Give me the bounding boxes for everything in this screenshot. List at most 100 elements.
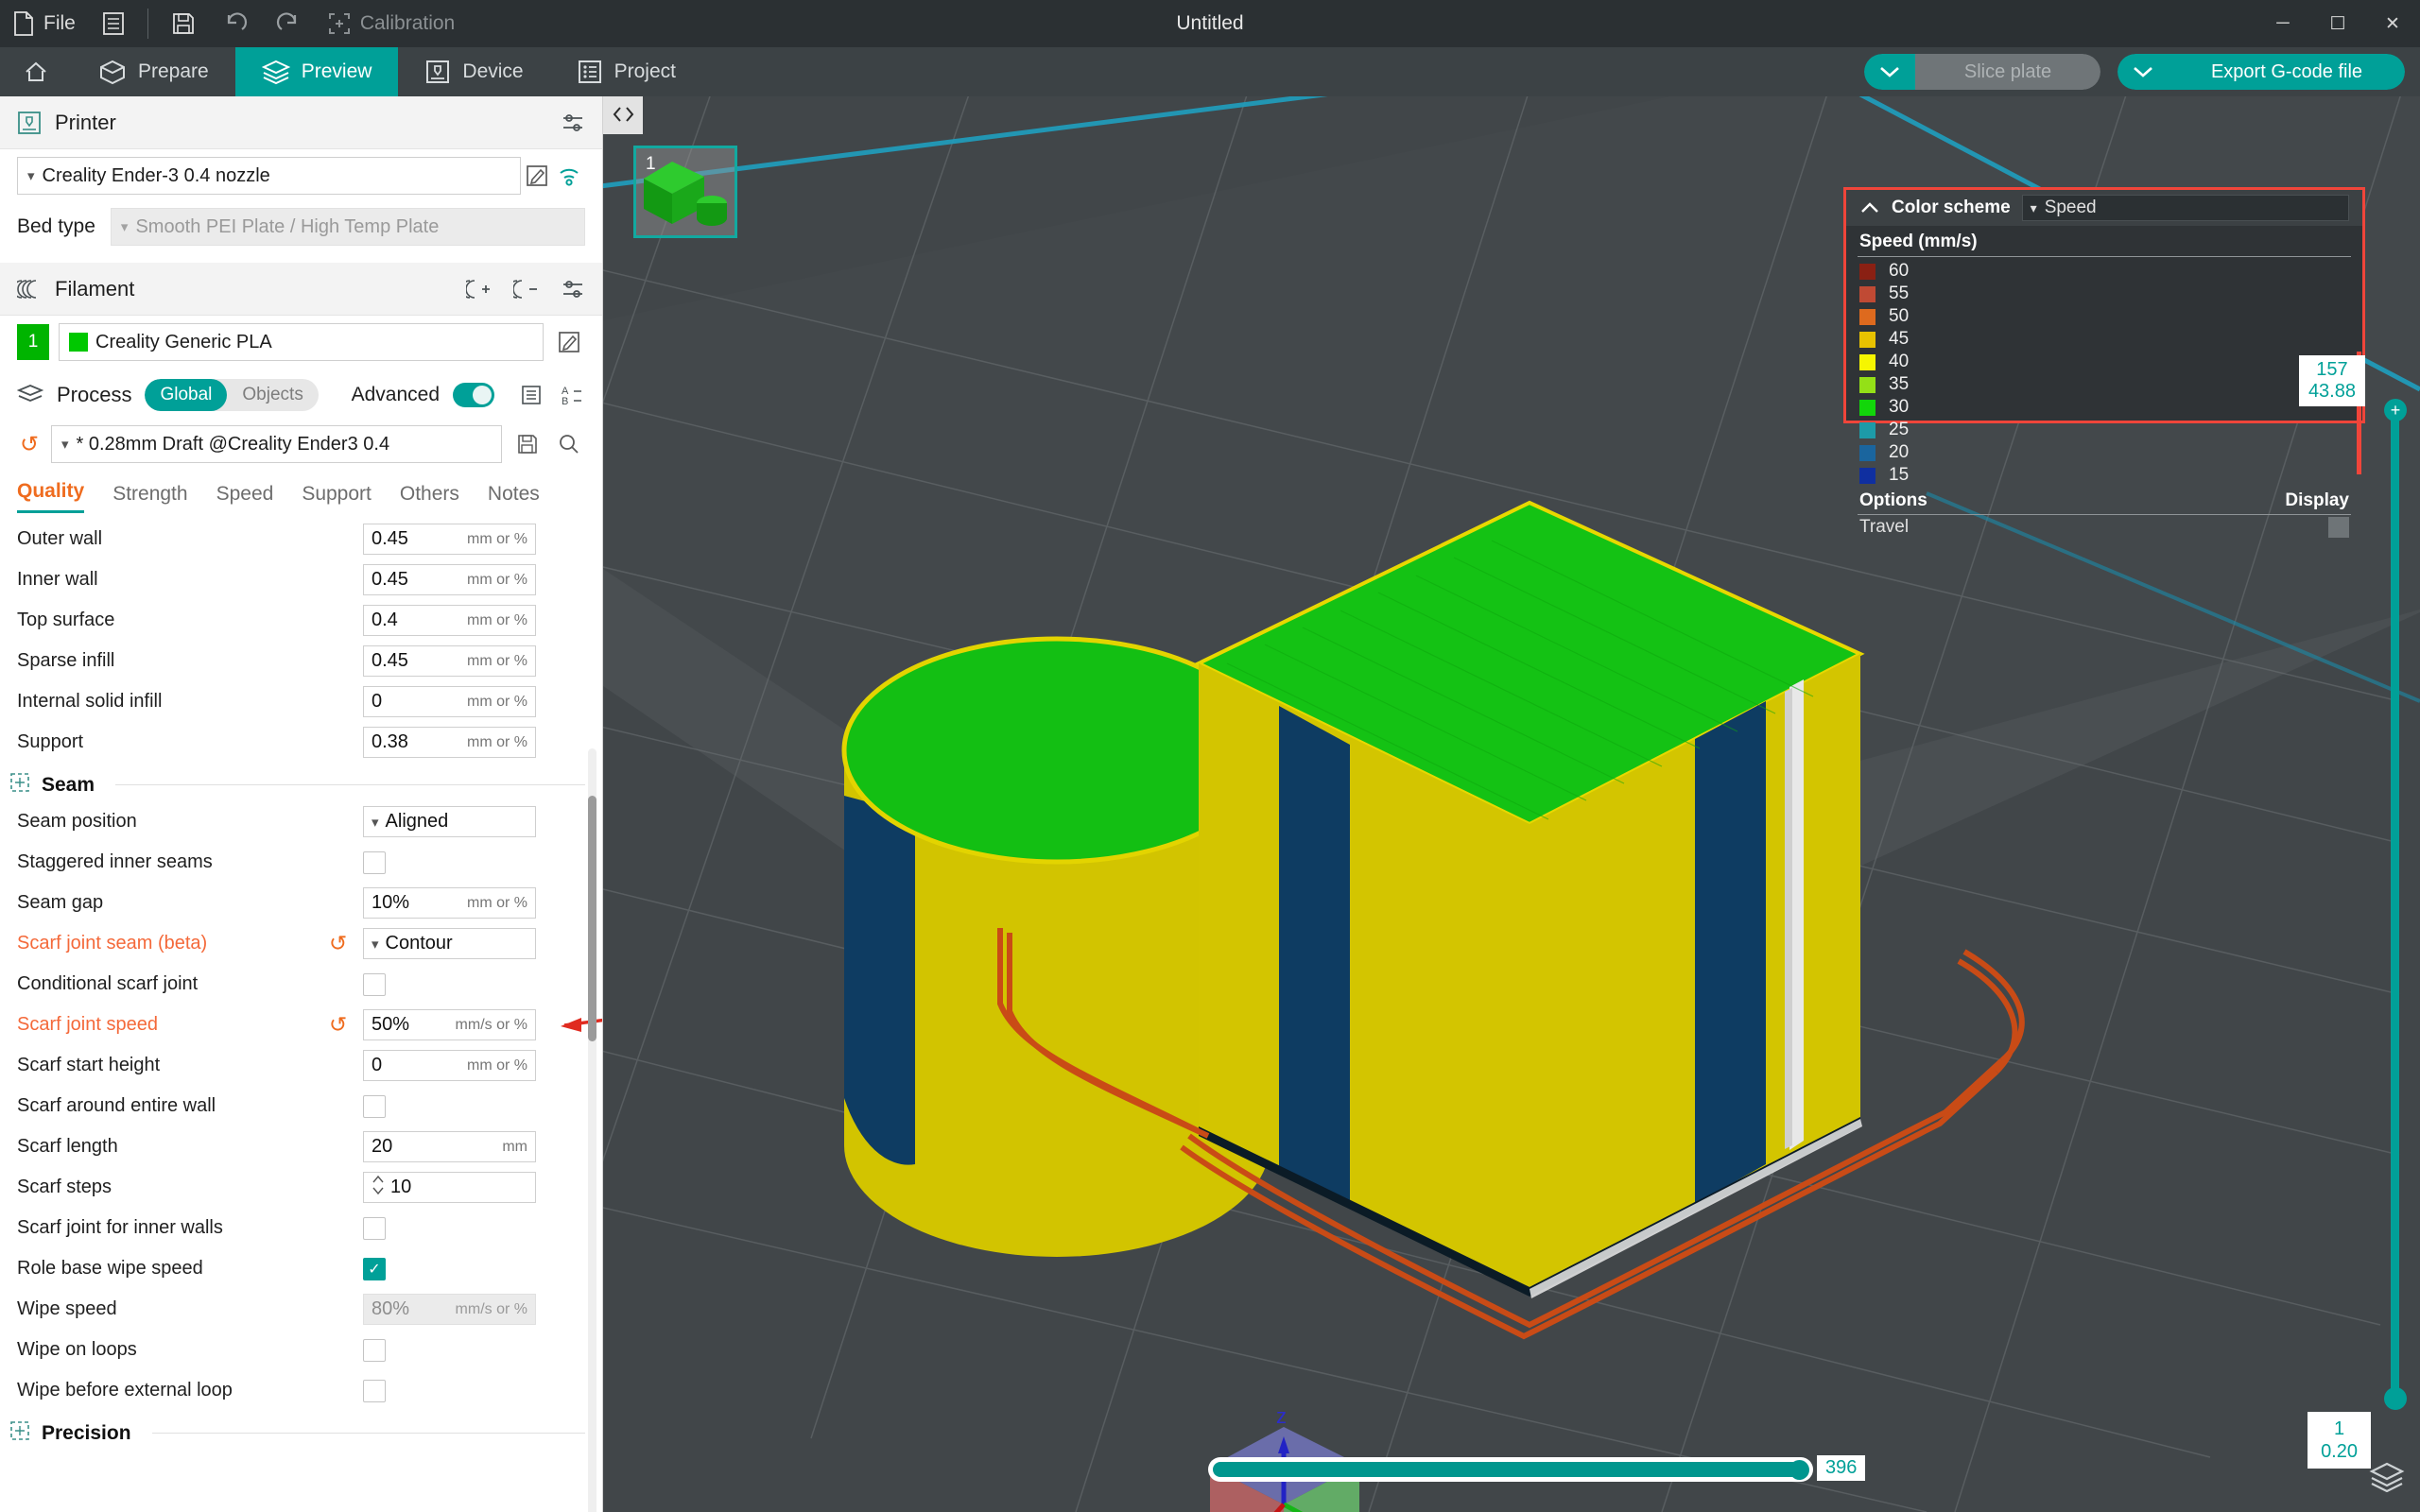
cube-icon: [100, 60, 125, 85]
project-list-icon: [578, 60, 601, 83]
close-button[interactable]: ✕: [2365, 0, 2420, 47]
setting-field-wipe-speed[interactable]: 80% mm/s or %: [363, 1294, 536, 1325]
window-controls: ─ ☐ ✕: [2256, 0, 2420, 47]
setting-value-sparse-infill: 0.45: [372, 650, 408, 671]
compare-icon[interactable]: A B: [561, 384, 585, 406]
setting-field-sparse-infill[interactable]: 0.45 mm or %: [363, 645, 536, 677]
undo-button[interactable]: [209, 0, 262, 47]
setting-field-inner-wall[interactable]: 0.45 mm or %: [363, 564, 536, 595]
legend-items: 60 55 50 45 40 35 30 25 20 15: [1846, 257, 2362, 487]
setting-field-top-surface[interactable]: 0.4 mm or %: [363, 605, 536, 636]
parameter-list-icon[interactable]: [521, 384, 545, 406]
move-slider-handle[interactable]: [1789, 1460, 1809, 1480]
filament-index[interactable]: 1: [17, 324, 49, 360]
remove-filament-icon[interactable]: [513, 278, 540, 301]
setting-field-internal-solid-infill[interactable]: 0 mm or %: [363, 686, 536, 717]
plate-thumbnail[interactable]: 1: [633, 146, 737, 238]
nav-tab-project[interactable]: Project: [550, 47, 702, 96]
legend-travel-swatch[interactable]: [2328, 517, 2349, 538]
nav-tab-prepare[interactable]: Prepare: [72, 47, 235, 96]
nav-home-button[interactable]: [0, 47, 72, 96]
legend-travel-row[interactable]: Travel: [1846, 515, 2362, 538]
slice-plate-dropdown[interactable]: [1864, 54, 1915, 90]
setting-field-scarf-length[interactable]: 20 mm: [363, 1131, 536, 1162]
setting-value-scarf-start-height: 0: [372, 1055, 383, 1075]
chevron-up-icon[interactable]: [1859, 200, 1880, 215]
setting-row-scarf-steps: Scarf steps 10: [0, 1167, 602, 1208]
edit-filament-button[interactable]: [553, 326, 585, 358]
setting-reset-scarf-joint-seam-beta[interactable]: ↺: [329, 931, 363, 956]
tab-speed[interactable]: Speed: [216, 483, 274, 513]
edit-printer-button[interactable]: [521, 160, 553, 192]
setting-reset-scarf-joint-speed[interactable]: ↺: [329, 1012, 363, 1038]
list-menu-button[interactable]: [89, 0, 138, 47]
setting-checkbox-wipe-on-loops[interactable]: [363, 1338, 386, 1362]
setting-field-seam-gap[interactable]: 10% mm or %: [363, 887, 536, 919]
sliders-icon[interactable]: [561, 112, 585, 134]
left-panel-scrollbar-thumb[interactable]: [588, 796, 596, 1041]
scope-global[interactable]: Global: [145, 379, 228, 411]
setting-field-support[interactable]: 0.38 mm or %: [363, 727, 536, 758]
setting-row-staggered-inner-seams: Staggered inner seams: [0, 842, 602, 883]
slice-plate-split-button[interactable]: Slice plate: [1864, 54, 2100, 90]
save-button[interactable]: [158, 0, 209, 47]
process-scope-toggle[interactable]: Global Objects: [145, 379, 319, 411]
bed-type-select[interactable]: ▾ Smooth PEI Plate / High Temp Plate: [110, 208, 585, 246]
color-scheme-select[interactable]: ▾ Speed: [2021, 195, 2349, 221]
spinner-arrows-icon[interactable]: [372, 1173, 390, 1203]
export-gcode-button[interactable]: Export G-code file: [2169, 54, 2405, 90]
printer-connection-button[interactable]: [553, 160, 585, 192]
collapse-arrows-icon: [613, 107, 634, 122]
redo-button[interactable]: [262, 0, 315, 47]
advanced-toggle[interactable]: [453, 383, 494, 407]
export-gcode-split-button[interactable]: Export G-code file: [2118, 54, 2405, 90]
maximize-button[interactable]: ☐: [2310, 0, 2365, 47]
slice-plate-button[interactable]: Slice plate: [1915, 54, 2100, 90]
export-gcode-dropdown[interactable]: [2118, 54, 2169, 90]
setting-checkbox-staggered-inner-seams[interactable]: [363, 850, 386, 874]
layer-slider-bottom-handle[interactable]: [2384, 1387, 2407, 1410]
move-slider-horizontal[interactable]: 396: [1208, 1455, 1866, 1482]
minimize-button[interactable]: ─: [2256, 0, 2310, 47]
setting-field-scarf-start-height[interactable]: 0 mm or %: [363, 1050, 536, 1081]
move-slider-track[interactable]: [1208, 1457, 1813, 1482]
search-settings-button[interactable]: [553, 428, 585, 460]
printer-model-select[interactable]: ▾ Creality Ender-3 0.4 nozzle: [17, 157, 521, 195]
tab-strength[interactable]: Strength: [112, 483, 187, 513]
layer-slider-track[interactable]: [2391, 408, 2399, 1400]
nav-tab-device[interactable]: Device: [398, 47, 549, 96]
setting-checkbox-scarf-joint-for-inner-walls[interactable]: [363, 1216, 386, 1240]
setting-row-seam-position: Seam position ▾ Aligned: [0, 801, 602, 842]
setting-checkbox-wipe-before-external-loop[interactable]: [363, 1379, 386, 1402]
layer-slider-vertical[interactable]: 157 43.88 + 1 0.20: [2298, 352, 2407, 1469]
3d-viewport[interactable]: z y 1 Color sch: [603, 96, 2420, 1512]
scope-objects[interactable]: Objects: [227, 379, 318, 411]
legend-color-swatch: [1859, 444, 1876, 461]
setting-checkbox-role-base-wipe-speed[interactable]: ✓: [363, 1257, 386, 1280]
save-preset-button[interactable]: [511, 428, 544, 460]
setting-field-outer-wall[interactable]: 0.45 mm or %: [363, 524, 536, 555]
nav-tab-preview[interactable]: Preview: [234, 47, 399, 96]
file-menu-button[interactable]: File: [0, 0, 89, 47]
view-layers-button[interactable]: [2369, 1460, 2405, 1497]
reset-preset-icon[interactable]: ↺: [17, 431, 42, 458]
sliders-icon[interactable]: [561, 278, 585, 301]
setting-field-scarf-joint-speed[interactable]: 50% mm/s or %: [363, 1009, 536, 1040]
nav-tab-device-label: Device: [462, 60, 524, 82]
setting-field-seam-position[interactable]: ▾ Aligned: [363, 806, 536, 837]
add-filament-icon[interactable]: [466, 278, 493, 301]
setting-field-scarf-steps[interactable]: 10: [363, 1172, 536, 1203]
filament-color-swatch: [69, 333, 88, 352]
collapse-sidebar-button[interactable]: [603, 96, 643, 134]
calibration-button[interactable]: Calibration: [315, 0, 468, 47]
setting-field-scarf-joint-seam-beta[interactable]: ▾ Contour: [363, 928, 536, 959]
tab-support[interactable]: Support: [302, 483, 372, 513]
tab-quality[interactable]: Quality: [17, 480, 85, 513]
tab-others[interactable]: Others: [400, 483, 459, 513]
setting-checkbox-conditional-scarf-joint[interactable]: [363, 972, 386, 996]
setting-checkbox-scarf-around-entire-wall[interactable]: [363, 1094, 386, 1118]
process-preset-select[interactable]: ▾ * 0.28mm Draft @Creality Ender3 0.4: [51, 425, 502, 463]
filament-select[interactable]: Creality Generic PLA: [59, 323, 544, 361]
tab-notes[interactable]: Notes: [488, 483, 540, 513]
layer-slider-top-handle[interactable]: +: [2384, 399, 2407, 421]
